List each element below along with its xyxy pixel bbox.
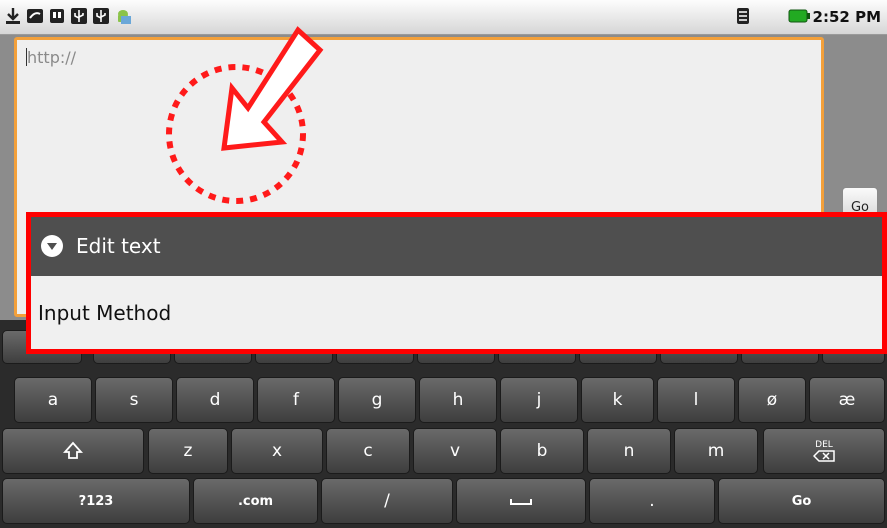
arrow-icon — [221, 26, 324, 151]
annotation-overlay — [166, 26, 324, 204]
